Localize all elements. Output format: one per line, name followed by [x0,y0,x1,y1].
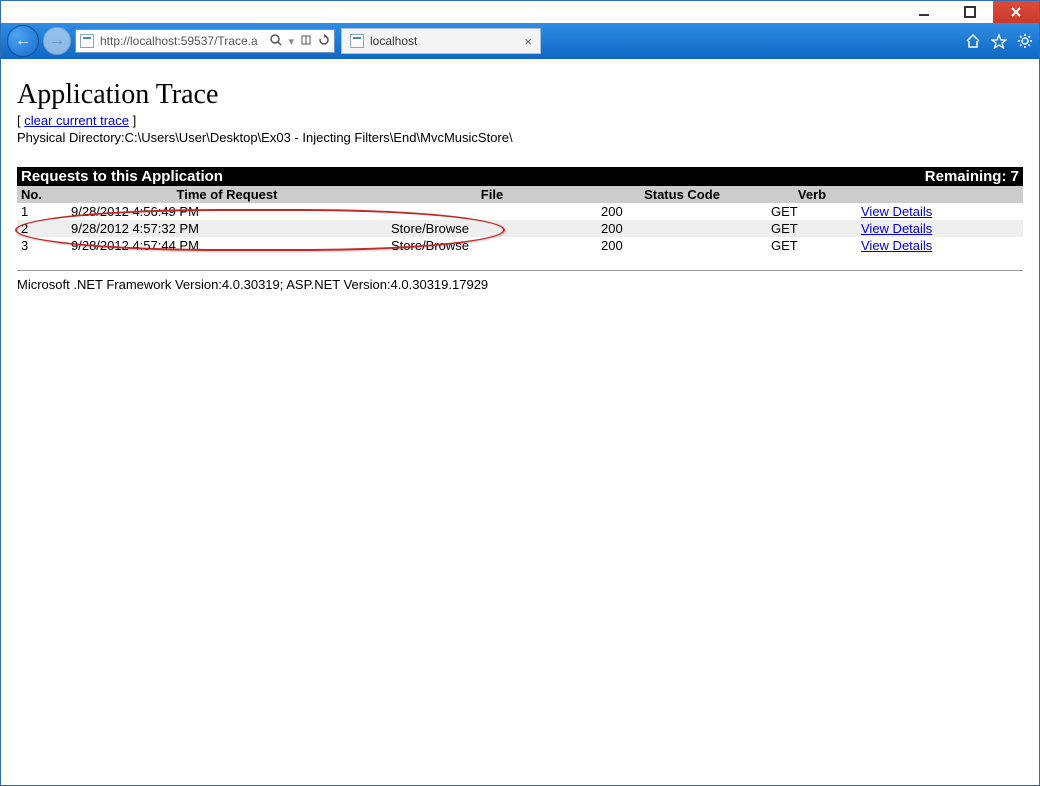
back-arrow-icon: ← [15,32,31,50]
minimize-button[interactable] [901,1,947,23]
back-button[interactable]: ← [7,25,39,57]
address-input[interactable] [98,33,266,49]
section-title: Requests to this Application [21,168,223,185]
cell-file [387,203,597,220]
page-content: Application Trace [ clear current trace … [1,59,1039,785]
clear-trace-link[interactable]: clear current trace [24,113,129,128]
cell-details: View Details [857,203,1023,220]
browser-window: ← → ▾ localhost [0,0,1040,786]
trace-table: No. Time of Request File Status Code Ver… [17,186,1023,254]
cell-details: View Details [857,237,1023,254]
page-icon [80,34,94,48]
forward-button[interactable]: → [43,27,71,55]
maximize-button[interactable] [947,1,993,23]
page-icon [350,34,364,48]
footer-version: Microsoft .NET Framework Version:4.0.303… [17,277,1023,292]
cell-file: Store/Browse [387,220,597,237]
favorites-icon[interactable] [991,33,1007,49]
command-bar [965,33,1033,49]
cell-time: 9/28/2012 4:57:44 PM [67,237,387,254]
address-bar[interactable]: ▾ [75,29,335,53]
cell-verb: GET [767,220,857,237]
maximize-icon [964,6,976,18]
table-row: 19/28/2012 4:56:49 PM 200GET View Details [17,203,1023,220]
close-icon [1010,6,1022,18]
col-status: Status Code [597,186,767,203]
tab-close-icon[interactable]: × [524,34,532,49]
tab-strip: localhost × [341,28,961,54]
refresh-icon[interactable] [318,34,330,49]
remaining-count: Remaining: 7 [925,168,1019,185]
close-button[interactable] [993,1,1039,23]
view-details-link[interactable]: View Details [861,238,932,253]
col-verb: Verb [767,186,857,203]
compat-icon[interactable] [300,34,312,49]
view-details-link[interactable]: View Details [861,221,932,236]
section-header: Requests to this Application Remaining: … [17,167,1023,186]
physical-directory-value: C:\Users\User\Desktop\Ex03 - Injecting F… [125,130,513,145]
table-row: 39/28/2012 4:57:44 PMStore/Browse200GET V… [17,237,1023,254]
search-icon[interactable] [270,34,282,49]
col-no: No. [17,186,67,203]
cell-time: 9/28/2012 4:56:49 PM [67,203,387,220]
physical-directory: Physical Directory:C:\Users\User\Desktop… [17,130,1023,145]
view-details-link[interactable]: View Details [861,204,932,219]
cell-status: 200 [597,220,767,237]
cell-status: 200 [597,203,767,220]
address-controls: ▾ [270,34,330,49]
cell-no: 3 [17,237,67,254]
cell-no: 1 [17,203,67,220]
cell-status: 200 [597,237,767,254]
toolbar: ← → ▾ localhost [1,23,1039,59]
home-icon[interactable] [965,33,981,49]
dropdown-icon[interactable]: ▾ [288,35,294,48]
gear-icon[interactable] [1017,33,1033,49]
forward-arrow-icon: → [49,32,65,50]
cell-verb: GET [767,203,857,220]
footer-rule [17,270,1023,271]
col-file: File [387,186,597,203]
table-header-row: No. Time of Request File Status Code Ver… [17,186,1023,203]
tab-label: localhost [370,34,417,48]
cell-no: 2 [17,220,67,237]
col-time: Time of Request [67,186,387,203]
physical-directory-label: Physical Directory: [17,130,125,145]
clear-trace-wrap: [ clear current trace ] [17,113,1023,128]
cell-verb: GET [767,237,857,254]
cell-time: 9/28/2012 4:57:32 PM [67,220,387,237]
minimize-icon [918,6,930,18]
caption-bar [1,1,1039,23]
page-title: Application Trace [17,79,1023,111]
col-details [857,186,1023,203]
table-row: 29/28/2012 4:57:32 PMStore/Browse200GET V… [17,220,1023,237]
cell-details: View Details [857,220,1023,237]
cell-file: Store/Browse [387,237,597,254]
tab-localhost[interactable]: localhost × [341,28,541,54]
